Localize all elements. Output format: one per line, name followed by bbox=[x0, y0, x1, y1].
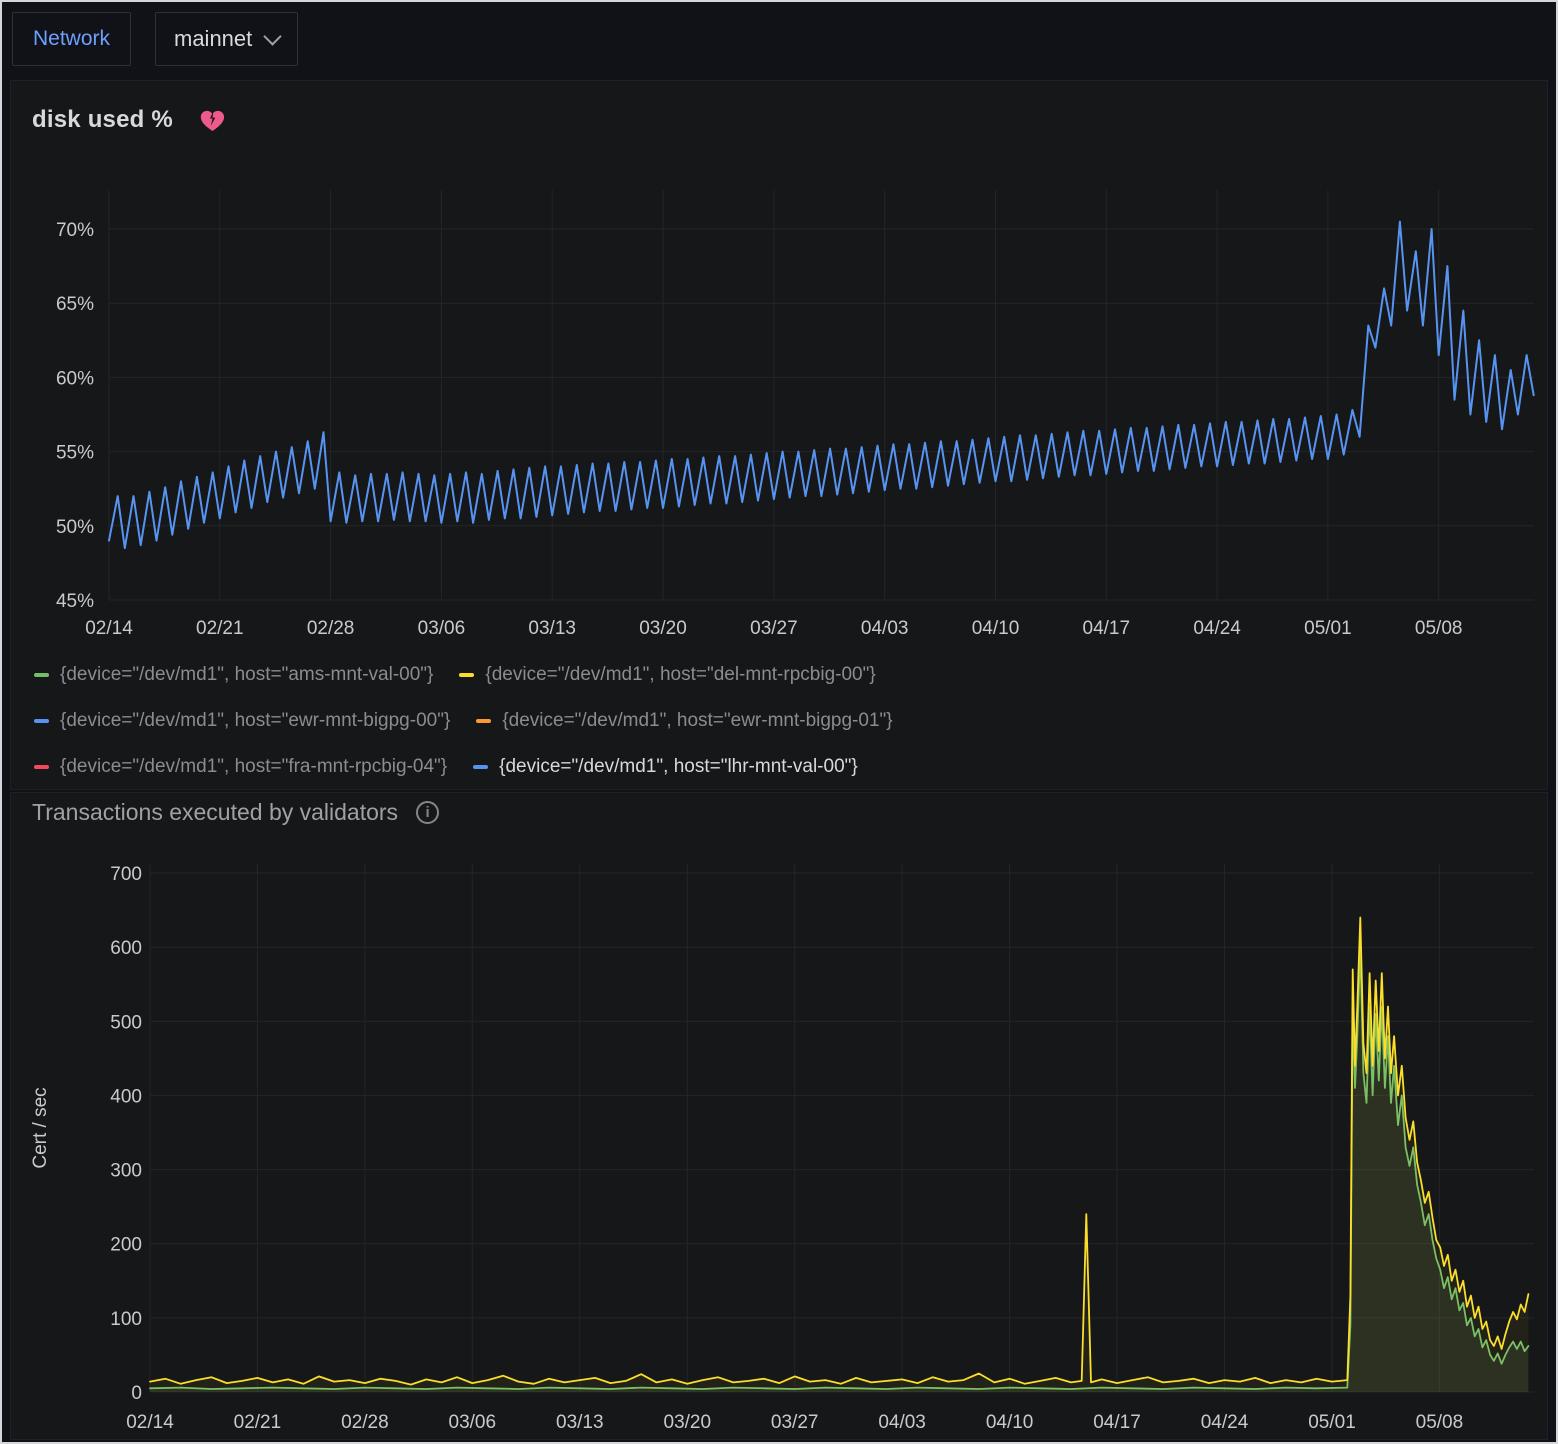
svg-text:04/24: 04/24 bbox=[1193, 618, 1241, 639]
svg-text:04/03: 04/03 bbox=[878, 1412, 926, 1433]
svg-text:600: 600 bbox=[110, 938, 142, 959]
svg-text:0: 0 bbox=[131, 1383, 142, 1404]
legend-label: {device="/dev/md1", host="fra-mnt-rpcbig… bbox=[60, 756, 447, 778]
info-circle-icon[interactable]: i bbox=[416, 801, 439, 824]
svg-text:45%: 45% bbox=[56, 591, 94, 612]
svg-text:04/24: 04/24 bbox=[1201, 1412, 1249, 1433]
svg-text:70%: 70% bbox=[56, 220, 94, 241]
svg-text:100: 100 bbox=[110, 1309, 142, 1330]
chart-grid bbox=[109, 190, 1534, 600]
legend-label: {device="/dev/md1", host="lhr-mnt-val-00… bbox=[499, 756, 858, 778]
svg-text:300: 300 bbox=[110, 1161, 142, 1182]
panel-transactions-header: Transactions executed by validators i bbox=[32, 790, 439, 834]
svg-text:02/14: 02/14 bbox=[85, 618, 133, 639]
svg-text:02/28: 02/28 bbox=[307, 618, 355, 639]
svg-text:700: 700 bbox=[110, 864, 142, 885]
svg-text:65%: 65% bbox=[56, 294, 94, 315]
svg-text:02/21: 02/21 bbox=[196, 618, 244, 639]
svg-text:04/17: 04/17 bbox=[1083, 618, 1131, 639]
legend-item[interactable]: {device="/dev/md1", host="fra-mnt-rpcbig… bbox=[34, 744, 447, 790]
svg-text:03/20: 03/20 bbox=[664, 1412, 712, 1433]
svg-text:500: 500 bbox=[110, 1012, 142, 1033]
grafana-dashboard: Network mainnet 45%50%55%60%65%70%02/140… bbox=[0, 0, 1558, 1444]
legend-label: {device="/dev/md1", host="del-mnt-rpcbig… bbox=[485, 664, 875, 686]
legend-color-dash bbox=[34, 673, 49, 677]
axis-labels: 45% 50% 55% 60% 65% 70% 02/14 02/21 02/28 03/06 03… bbox=[56, 220, 1463, 639]
svg-text:03/06: 03/06 bbox=[418, 618, 466, 639]
legend-label: {device="/dev/md1", host="ewr-mnt-bigpg-… bbox=[60, 710, 450, 732]
svg-text:400: 400 bbox=[110, 1086, 142, 1107]
svg-text:03/20: 03/20 bbox=[639, 618, 687, 639]
legend-color-dash bbox=[473, 765, 488, 769]
legend-color-dash bbox=[459, 673, 474, 677]
panel-disk-used-header: disk used % bbox=[32, 98, 226, 142]
chart-grid bbox=[150, 864, 1534, 1392]
svg-text:50%: 50% bbox=[56, 517, 94, 538]
legend-item[interactable]: {device="/dev/md1", host="ewr-mnt-bigpg-… bbox=[34, 698, 450, 744]
svg-text:03/13: 03/13 bbox=[556, 1412, 604, 1433]
legend-item[interactable]: {device="/dev/md1", host="ams-mnt-val-00… bbox=[34, 652, 433, 698]
legend-item[interactable]: {device="/dev/md1", host="ewr-mnt-bigpg-… bbox=[476, 698, 892, 744]
svg-text:04/17: 04/17 bbox=[1093, 1412, 1141, 1433]
panel-title: Transactions executed by validators bbox=[32, 799, 398, 826]
legend-label: {device="/dev/md1", host="ewr-mnt-bigpg-… bbox=[502, 710, 892, 732]
svg-text:03/06: 03/06 bbox=[449, 1412, 497, 1433]
svg-text:03/13: 03/13 bbox=[528, 618, 576, 639]
legend-label: {device="/dev/md1", host="ams-mnt-val-00… bbox=[60, 664, 433, 686]
panel-title: disk used % bbox=[32, 106, 173, 134]
axis-labels: 0 100 200 300 400 500 600 700 02/14 02/21 02/28 03/… bbox=[30, 864, 1463, 1433]
svg-text:55%: 55% bbox=[56, 443, 94, 464]
svg-text:05/01: 05/01 bbox=[1308, 1412, 1356, 1433]
svg-text:04/10: 04/10 bbox=[986, 1412, 1034, 1433]
series-yellow[interactable] bbox=[150, 918, 1528, 1393]
svg-text:02/14: 02/14 bbox=[126, 1412, 174, 1433]
legend-color-dash bbox=[34, 719, 49, 723]
svg-text:03/27: 03/27 bbox=[771, 1412, 819, 1433]
svg-text:05/01: 05/01 bbox=[1304, 618, 1352, 639]
svg-text:Cert / sec: Cert / sec bbox=[30, 1087, 51, 1168]
legend-color-dash bbox=[34, 765, 49, 769]
svg-text:03/27: 03/27 bbox=[750, 618, 798, 639]
svg-text:200: 200 bbox=[110, 1235, 142, 1256]
series-{device="/dev/md1", host="lhr-mnt-val-00"}[interactable] bbox=[109, 222, 1534, 548]
legend-color-dash bbox=[476, 719, 491, 723]
legend: {device="/dev/md1", host="ams-mnt-val-00… bbox=[34, 652, 1294, 790]
svg-text:05/08: 05/08 bbox=[1416, 1412, 1464, 1433]
svg-text:02/28: 02/28 bbox=[341, 1412, 389, 1433]
heart-break-alert-icon[interactable] bbox=[199, 107, 226, 133]
legend-item[interactable]: {device="/dev/md1", host="lhr-mnt-val-00… bbox=[473, 744, 858, 790]
svg-text:60%: 60% bbox=[56, 368, 94, 389]
svg-text:04/10: 04/10 bbox=[972, 618, 1020, 639]
legend-item[interactable]: {device="/dev/md1", host="del-mnt-rpcbig… bbox=[459, 652, 875, 698]
svg-text:05/08: 05/08 bbox=[1415, 618, 1463, 639]
svg-text:04/03: 04/03 bbox=[861, 618, 909, 639]
svg-text:02/21: 02/21 bbox=[234, 1412, 282, 1433]
